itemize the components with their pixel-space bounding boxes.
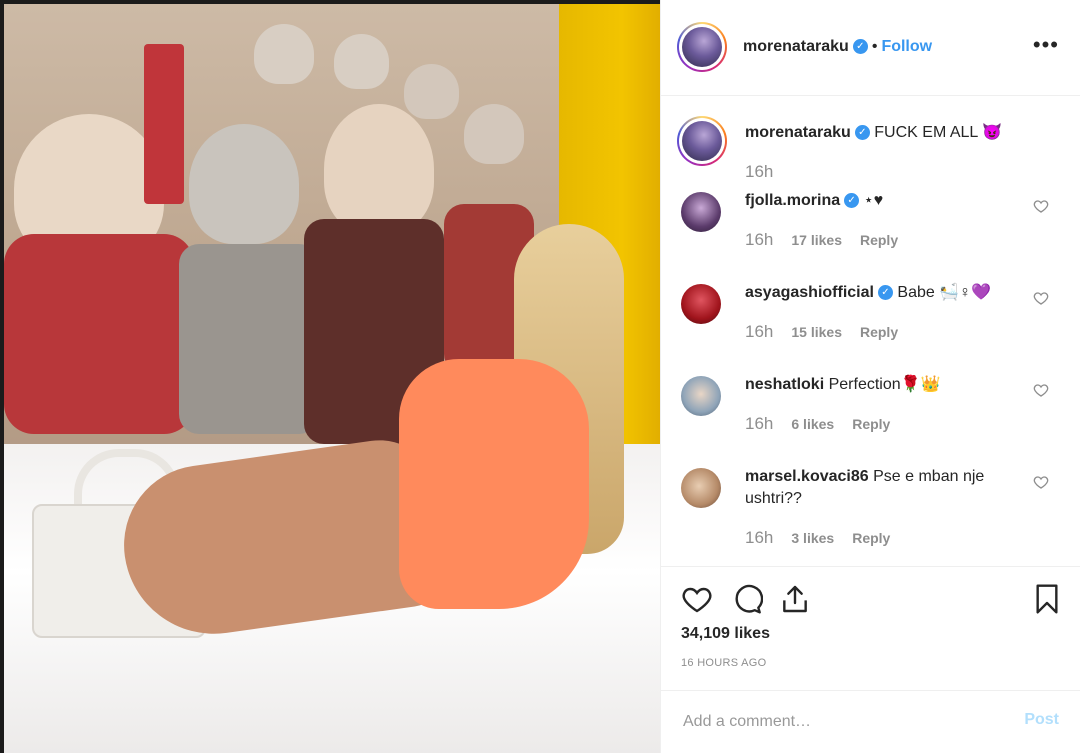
caption-text: morenataraku ✓ FUCK EM ALL 😈 — [745, 122, 1035, 144]
comment-row: asyagashiofficial ✓ Babe 🛀♀💜 16h 15 likes R… — [661, 282, 1080, 374]
like-heart-icon[interactable] — [681, 583, 713, 615]
verified-badge-icon: ✓ — [852, 39, 868, 55]
verified-badge-icon: ✓ — [844, 193, 860, 209]
comment-username[interactable]: fjolla.morina — [745, 192, 840, 209]
verified-badge-icon: ✓ — [854, 125, 870, 141]
comment-row: marsel.kovaci86 Pse e mban nje ushtri?? … — [661, 466, 1080, 566]
comments-list: morenataraku ✓ FUCK EM ALL 😈 16h fjolla.m… — [661, 96, 1080, 566]
header-line: morenataraku ✓ • Follow — [743, 38, 932, 56]
comment-meta: 16h 6 likes Reply — [745, 414, 890, 434]
comment-likes[interactable]: 17 likes — [791, 232, 842, 248]
comment-time[interactable]: 16h — [745, 414, 773, 433]
caption-time[interactable]: 16h — [745, 162, 773, 181]
comment-time[interactable]: 16h — [745, 528, 773, 547]
share-upload-icon[interactable] — [779, 583, 811, 615]
comment-avatar[interactable] — [681, 376, 721, 416]
caption-avatar[interactable] — [677, 116, 727, 166]
comment-row: neshatloki Perfection🌹👑 16h 6 likes Reply — [661, 374, 1080, 466]
comment-username[interactable]: asyagashiofficial — [745, 284, 874, 301]
post-actions: 34,109 likes 16 HOURS AGO — [661, 566, 1080, 690]
post-header: morenataraku ✓ • Follow ••• — [661, 0, 1080, 96]
caption-username[interactable]: morenataraku — [745, 124, 851, 141]
likes-count[interactable]: 34,109 likes — [681, 625, 770, 643]
comment-avatar[interactable] — [681, 468, 721, 508]
comment-time[interactable]: 16h — [745, 322, 773, 341]
comment-like-heart-icon[interactable] — [1033, 474, 1049, 490]
follow-button[interactable]: Follow — [881, 38, 932, 55]
post-image[interactable] — [0, 0, 660, 753]
comment-body: Babe 🛀♀💜 — [897, 284, 992, 301]
bookmark-icon[interactable] — [1031, 583, 1063, 615]
comment-avatar[interactable] — [681, 284, 721, 324]
comment-meta: 16h 17 likes Reply — [745, 230, 898, 250]
comment-like-heart-icon[interactable] — [1033, 198, 1049, 214]
author-avatar[interactable] — [677, 22, 727, 72]
more-options-icon[interactable]: ••• — [1033, 32, 1059, 58]
comment-text: marsel.kovaci86 Pse e mban nje ushtri?? — [745, 466, 1035, 510]
comment-like-heart-icon[interactable] — [1033, 382, 1049, 398]
post-comment-button[interactable]: Post — [1024, 711, 1059, 729]
comment-meta: 16h 15 likes Reply — [745, 322, 898, 342]
verified-badge-icon: ✓ — [877, 285, 893, 301]
comment-body: ⋆♥ — [863, 192, 884, 209]
reply-button[interactable]: Reply — [860, 324, 898, 340]
comment-time[interactable]: 16h — [745, 230, 773, 249]
reply-button[interactable]: Reply — [852, 530, 890, 546]
person-dress — [399, 359, 589, 609]
comment-likes[interactable]: 15 likes — [791, 324, 842, 340]
comment-text: fjolla.morina ✓ ⋆♥ — [745, 190, 1035, 212]
comment-composer: Post — [661, 690, 1080, 753]
photo-scene — [4, 4, 660, 753]
post-timestamp[interactable]: 16 HOURS AGO — [681, 657, 767, 669]
comment-likes[interactable]: 3 likes — [791, 530, 834, 546]
post-side-panel: morenataraku ✓ • Follow ••• morenataraku ✓ F… — [660, 0, 1080, 753]
reply-button[interactable]: Reply — [852, 416, 890, 432]
separator-dot: • — [871, 38, 878, 55]
comment-text: neshatloki Perfection🌹👑 — [745, 374, 1035, 396]
comment-like-heart-icon[interactable] — [1033, 290, 1049, 306]
comment-username[interactable]: marsel.kovaci86 — [745, 468, 869, 485]
caption-meta: 16h — [745, 162, 791, 182]
comment-likes[interactable]: 6 likes — [791, 416, 834, 432]
caption-body: FUCK EM ALL 😈 — [874, 124, 1003, 141]
author-username[interactable]: morenataraku — [743, 38, 849, 55]
comment-text: asyagashiofficial ✓ Babe 🛀♀💜 — [745, 282, 1035, 304]
add-comment-input[interactable] — [681, 709, 1005, 735]
comment-username[interactable]: neshatloki — [745, 376, 824, 393]
comment-meta: 16h 3 likes Reply — [745, 528, 890, 548]
comment-bubble-icon[interactable] — [731, 583, 763, 615]
reply-button[interactable]: Reply — [860, 232, 898, 248]
caption-row: morenataraku ✓ FUCK EM ALL 😈 16h — [661, 96, 1080, 190]
comment-avatar[interactable] — [681, 192, 721, 232]
comment-body: Perfection🌹👑 — [828, 376, 941, 393]
comment-row: fjolla.morina ✓ ⋆♥ 16h 17 likes Reply — [661, 190, 1080, 282]
